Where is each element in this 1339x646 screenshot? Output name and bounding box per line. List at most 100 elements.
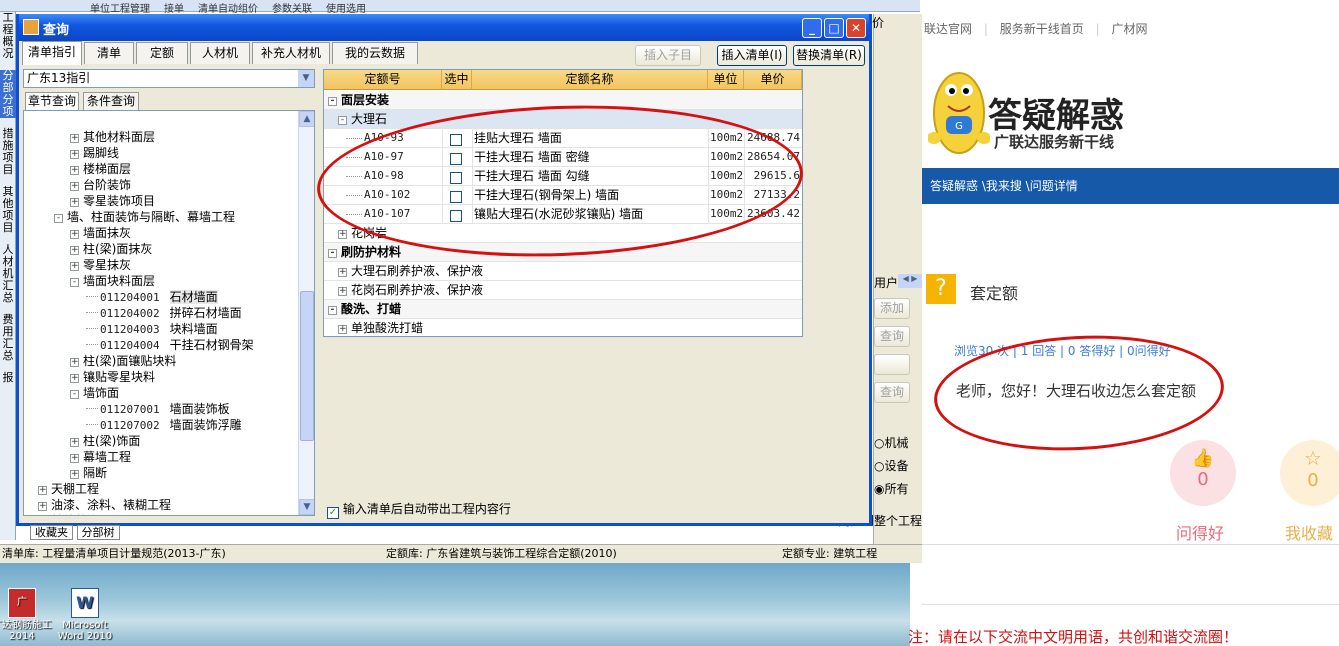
scroll-down-icon[interactable]: ▼ xyxy=(299,499,314,515)
breadcrumb[interactable]: 答疑解惑 \我来搜 \问题详情 xyxy=(922,168,1339,204)
tree-node[interactable]: + 柱(梁)面抹灰 xyxy=(70,241,152,257)
tree-node[interactable]: 011204003 块料墙面 xyxy=(86,321,218,337)
nav-link-home[interactable]: 服务新干线首页 xyxy=(1000,22,1084,36)
radio-equipment[interactable]: ○设备 xyxy=(874,455,909,478)
tree-node[interactable]: - 墙饰面 xyxy=(70,385,119,401)
collapse-icon[interactable]: - xyxy=(328,249,337,258)
subtab-condition[interactable]: 条件查询 xyxy=(83,92,139,110)
expand-icon[interactable]: + xyxy=(70,198,79,207)
tree-node[interactable]: + 其他材料面层 xyxy=(70,129,155,145)
expand-icon[interactable]: + xyxy=(70,246,79,255)
close-button[interactable]: ✕ xyxy=(846,18,866,38)
add-button[interactable]: 添加 xyxy=(874,298,910,319)
auto-option-checkbox[interactable] xyxy=(327,507,339,519)
insert-child-button[interactable]: 插入子目 xyxy=(635,45,701,66)
tab-resources[interactable]: 人材机 xyxy=(190,42,250,64)
tree-node[interactable]: + 柱(梁)面镶贴块料 xyxy=(70,353,176,369)
quota-group-row[interactable]: + 单独酸洗打蜡 xyxy=(324,319,802,338)
tree-node[interactable]: 011207002 墙面装饰浮雕 xyxy=(86,417,242,433)
col-header-name[interactable]: 定额名称 xyxy=(472,70,708,90)
tree-node[interactable]: + 油漆、涂料、裱糊工程 xyxy=(38,497,171,513)
expand-icon[interactable]: + xyxy=(38,486,47,495)
tree-node[interactable]: + 踢脚线 xyxy=(70,145,119,161)
tree-node[interactable]: + 零星抹灰 xyxy=(70,257,131,273)
left-nav-item[interactable]: 工程概况 xyxy=(0,12,16,60)
collapse-icon[interactable]: - xyxy=(328,97,337,106)
tab-cloud-data[interactable]: 我的云数据 xyxy=(332,42,418,64)
expand-icon[interactable]: + xyxy=(338,287,347,296)
col-header-price[interactable]: 单价 xyxy=(744,70,802,90)
tree-node[interactable]: +其他装饰工程 xyxy=(38,513,123,515)
col-header-select[interactable]: 选中 xyxy=(442,70,472,90)
query-button[interactable]: 查询 xyxy=(874,326,910,347)
expand-icon[interactable]: + xyxy=(70,166,79,175)
tree-node[interactable]: - 墙面块料面层 xyxy=(70,273,155,289)
tab-quota[interactable]: 定额 xyxy=(136,42,188,64)
insert-list-button[interactable]: 插入清单(I) xyxy=(717,45,787,66)
query-button-2[interactable]: 查询 xyxy=(874,382,910,403)
tree-node[interactable]: + 零星装饰项目 xyxy=(70,193,155,209)
left-nav-item[interactable]: 费用汇总 xyxy=(0,314,16,362)
tab-favorites[interactable]: 收藏夹 xyxy=(30,525,73,540)
radio-all[interactable]: ◉所有 xyxy=(874,478,909,501)
scroll-thumb[interactable] xyxy=(300,291,314,441)
collapse-icon[interactable]: - xyxy=(70,278,79,287)
desktop-icon-word[interactable]: W Microsoft Word 2010 xyxy=(55,588,115,642)
tree-node[interactable]: + 楼梯面层 xyxy=(70,161,131,177)
expand-icon[interactable]: + xyxy=(70,374,79,383)
expand-icon[interactable]: + xyxy=(338,325,347,334)
expand-icon[interactable]: + xyxy=(70,438,79,447)
chevron-down-icon[interactable]: ▼ xyxy=(298,70,314,87)
tree-node[interactable]: + 隔断 xyxy=(70,465,107,481)
maximize-button[interactable]: □ xyxy=(824,18,844,38)
expand-icon[interactable]: + xyxy=(70,470,79,479)
nav-link-official[interactable]: 联达官网 xyxy=(924,22,972,36)
replace-list-button[interactable]: 替换清单(R) xyxy=(793,45,865,66)
guide-select[interactable]: 广东13指引 ▼ xyxy=(23,69,315,88)
col-header-code[interactable]: 定额号 xyxy=(324,70,442,90)
tree-scrollbar[interactable]: ▲ ▼ xyxy=(298,111,314,515)
like-button[interactable]: 👍 0 xyxy=(1170,440,1236,506)
expand-icon[interactable]: + xyxy=(70,230,79,239)
expand-icon[interactable]: + xyxy=(338,268,347,277)
quota-group-row[interactable]: + 花岗石刷养护液、保护液 xyxy=(324,281,802,300)
expand-icon[interactable]: + xyxy=(70,454,79,463)
tree-node[interactable]: + 墙面抹灰 xyxy=(70,225,131,241)
collapse-icon[interactable]: - xyxy=(328,306,337,315)
tree-node[interactable]: + 天棚工程 xyxy=(38,481,99,497)
tab-list-guide[interactable]: 清单指引 xyxy=(22,41,82,65)
col-header-unit[interactable]: 单位 xyxy=(708,70,744,90)
tree-node[interactable]: - 墙、柱面装饰与隔断、幕墙工程 xyxy=(54,209,235,225)
scroll-up-icon[interactable]: ▲ xyxy=(299,111,314,127)
expand-icon[interactable]: + xyxy=(338,230,347,239)
expand-icon[interactable]: + xyxy=(70,182,79,191)
tree-node[interactable]: + 幕墙工程 xyxy=(70,449,131,465)
left-nav-item[interactable]: 报 xyxy=(0,372,16,384)
collapse-icon[interactable]: - xyxy=(54,214,63,223)
quota-group-row[interactable]: + 大理石刷养护液、保护液 xyxy=(324,262,802,281)
expand-icon[interactable]: + xyxy=(70,358,79,367)
tree-node[interactable]: 011204002 拼碎石材墙面 xyxy=(86,305,242,321)
subtab-chapter[interactable]: 章节查询 xyxy=(25,92,79,110)
left-nav-item[interactable]: 其他项目 xyxy=(0,186,16,234)
tree-node[interactable]: + 镶贴零星块料 xyxy=(70,369,155,385)
expand-icon[interactable]: + xyxy=(38,502,47,511)
left-nav-item[interactable]: 措施项目 xyxy=(0,128,16,176)
tab-list[interactable]: 清单 xyxy=(84,42,134,64)
auto-option[interactable]: 输入清单后自动带出工程内容行 xyxy=(327,500,511,519)
minimize-button[interactable]: _ xyxy=(802,18,822,38)
side-panel-tab[interactable]: 用户 xyxy=(874,274,898,291)
tree-node[interactable]: 011204001 石材墙面 xyxy=(86,289,218,305)
expand-icon[interactable]: + xyxy=(70,262,79,271)
tab-scroll-arrows[interactable]: ◀ ▶ xyxy=(898,274,922,288)
expand-icon[interactable]: + xyxy=(70,150,79,159)
favorite-button[interactable]: ☆ 0 xyxy=(1280,440,1339,506)
tree-node[interactable]: 011204004 干挂石材钢骨架 xyxy=(86,337,254,353)
radio-machine[interactable]: ○机械 xyxy=(874,432,909,455)
desktop-icon-rebar[interactable]: 广 广达钢筋施工2014 xyxy=(0,588,52,642)
nav-link-materials[interactable]: 广材网 xyxy=(1111,22,1147,36)
tree-node[interactable]: + 台阶装饰 xyxy=(70,177,131,193)
left-nav-item[interactable]: 人材机汇总 xyxy=(0,244,16,304)
collapse-icon[interactable]: - xyxy=(70,390,79,399)
tree-node[interactable]: 011207001 墙面装饰板 xyxy=(86,401,230,417)
